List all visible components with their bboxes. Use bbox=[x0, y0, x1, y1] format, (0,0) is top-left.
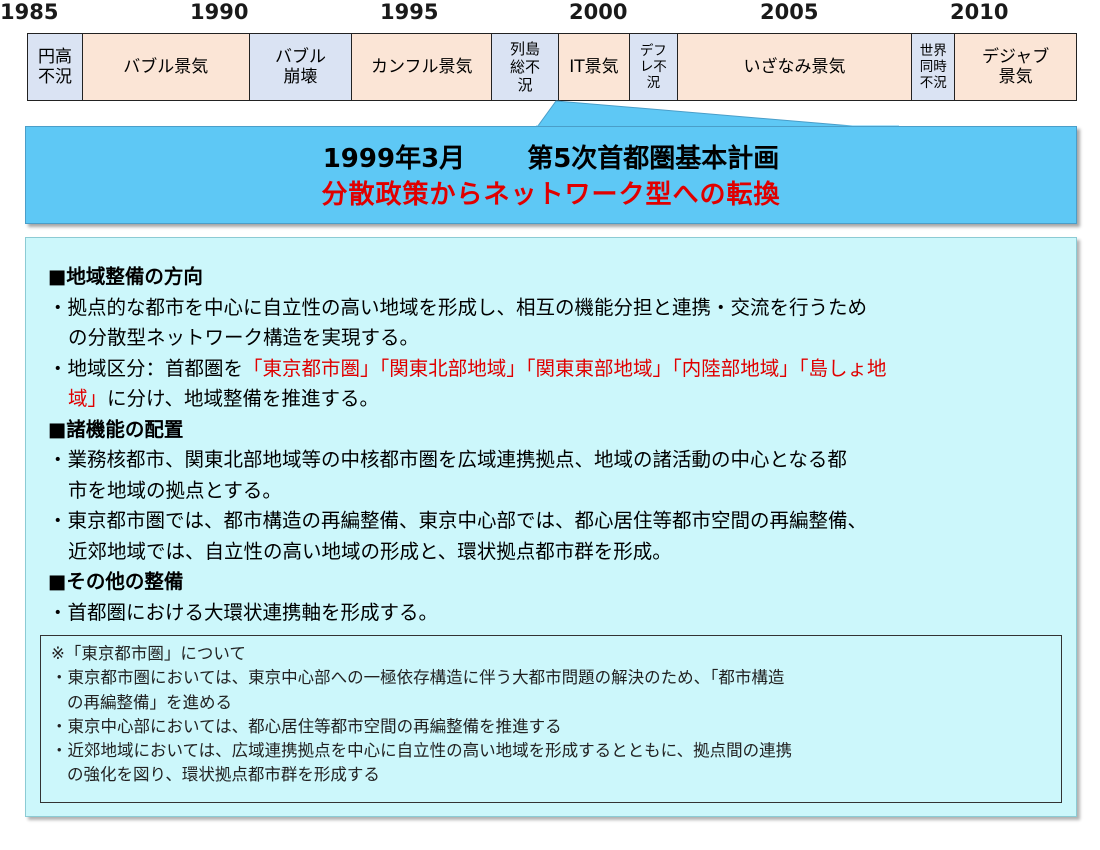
plan-name: 第5次首都圏基本計画 bbox=[527, 144, 780, 174]
plan-banner: 1999年3月 第5次首都圏基本計画 分散政策からネットワーク型への転換 bbox=[25, 126, 1077, 224]
bullet-line: ・首都圏における大環状連携軸を形成する。 bbox=[48, 600, 439, 624]
bullet-line: ・業務核都市、関東北部地域等の中核都市圏を広域連携拠点、地域の諸活動の中心となる… bbox=[48, 448, 847, 471]
note-line: ・東京中心部においては、都心居住等都市空間の再編整備を推進する bbox=[51, 716, 562, 736]
bullet-line: ・拠点的な都市を中心に自立性の高い地域を形成し、相互の機能分担と連携・交流を行う… bbox=[48, 295, 868, 319]
bullet-line: 市を地域の拠点とする。 bbox=[68, 478, 282, 502]
bullet-line: の分散型ネットワーク構造を実現する。 bbox=[68, 326, 420, 349]
plan-subtitle: 分散政策からネットワーク型への転換 bbox=[321, 180, 781, 210]
note-line: の再編整備」を進める bbox=[67, 692, 232, 712]
plan-title: 1999年3月 第5次首都圏基本計画 bbox=[26, 143, 1076, 175]
plan-details-panel: ■地域整備の方向 ・拠点的な都市を中心に自立性の高い地域を形成し、相互の機能分担… bbox=[25, 237, 1077, 817]
bullet-line: ・東京都市圏では、都市構造の再編整備、東京中心部では、都心居住等都市空間の再編整… bbox=[48, 509, 868, 532]
plan-date: 1999年3月 bbox=[322, 144, 466, 174]
callout-pointer bbox=[534, 100, 901, 131]
note-title: ※「東京都市圏」について bbox=[51, 644, 246, 663]
text: ・地域区分：首都圏を bbox=[48, 356, 244, 380]
highlight-regions: 「東京都市圏」「関東北部地域」「関東東部地域」「内陸部地域」「島しょ地 bbox=[243, 356, 887, 380]
highlight-regions: 域」 bbox=[68, 387, 108, 410]
note-line: の強化を図り、環状拠点都市群を形成する bbox=[67, 765, 380, 785]
note-line: ・近郊地域においては、広域連携拠点を中心に自立性の高い地域を形成するとともに、拠… bbox=[51, 741, 793, 761]
note-line: ・東京都市圏においては、東京中心部への一極依存構造に伴う大都市問題の解決のため、… bbox=[51, 668, 785, 688]
section-heading: ■諸機能の配置 bbox=[48, 417, 184, 441]
bullet-line: ・地域区分：首都圏を「東京都市圏」「関東北部地域」「関東東部地域」「内陸部地域」… bbox=[48, 354, 1058, 385]
note-box: ※「東京都市圏」について ・東京都市圏においては、東京中心部への一極依存構造に伴… bbox=[40, 635, 1062, 803]
section-heading: ■地域整備の方向 bbox=[48, 265, 203, 288]
section-heading: ■その他の整備 bbox=[48, 570, 184, 593]
plan-details: ■地域整備の方向 ・拠点的な都市を中心に自立性の高い地域を形成し、相互の機能分担… bbox=[48, 262, 1058, 628]
bullet-line: 域」に分け、地域整備を推進する。 bbox=[48, 384, 1058, 415]
text: に分け、地域整備を推進する。 bbox=[107, 387, 380, 410]
note-content: ※「東京都市圏」について ・東京都市圏においては、東京中心部への一極依存構造に伴… bbox=[51, 642, 1051, 788]
bullet-line: 近郊地域では、自立性の高い地域の形成と、環状拠点都市群を形成。 bbox=[68, 539, 672, 563]
